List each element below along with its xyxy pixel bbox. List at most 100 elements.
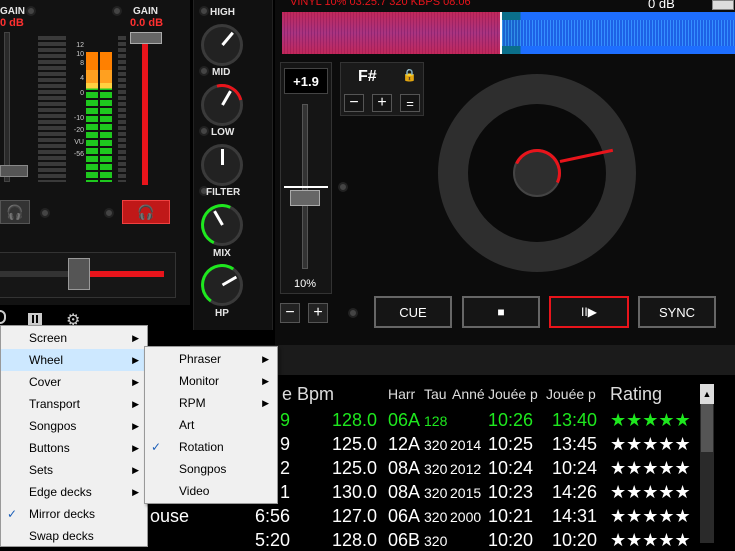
eq-high-knob[interactable]: [201, 24, 243, 66]
menu-item-label: Sets: [29, 463, 54, 477]
column-header-played[interactable]: Jouée p: [488, 386, 538, 402]
deck-gain-readout: 0 dB: [648, 0, 675, 11]
cell-played: 10:21: [488, 506, 534, 526]
gain-left-led[interactable]: [26, 6, 36, 16]
deck-gain-button[interactable]: [712, 0, 734, 10]
key-minus-button[interactable]: −: [344, 94, 364, 112]
options-menu-item-transport[interactable]: Transport ▶: [1, 393, 147, 415]
menu-item-label: Phraser: [179, 352, 222, 366]
cell-bitrate: 320: [424, 509, 448, 525]
key-equals-button[interactable]: =: [400, 94, 420, 112]
cell-key: 06A: [388, 410, 421, 430]
wheel-menu-item-rotation[interactable]: ✓ Rotation: [145, 436, 277, 458]
crossfader-track-left[interactable]: [0, 271, 70, 277]
cell-added: 13:45: [552, 434, 598, 454]
cell-added: 14:26: [552, 482, 598, 502]
submenu-arrow-icon: ▶: [132, 486, 139, 497]
wheel-menu-item-video[interactable]: Video: [145, 480, 277, 502]
wheel-menu-item-rpm[interactable]: RPM ▶: [145, 392, 277, 414]
options-menu-item-sets[interactable]: Sets ▶: [1, 459, 147, 481]
cell-rating: ★★★★★: [610, 434, 691, 454]
options-menu-item-buttons[interactable]: Buttons ▶: [1, 437, 147, 459]
cell-bpm: 130.0: [332, 482, 378, 502]
eq-mid-led[interactable]: [199, 66, 209, 76]
column-header-bpm[interactable]: e Bpm: [282, 384, 334, 405]
wheel-menu-item-monitor[interactable]: Monitor ▶: [145, 370, 277, 392]
cell-key: 06B: [388, 530, 421, 550]
cell-rating: ★★★★★: [610, 410, 691, 430]
headphone-left-button[interactable]: 🎧: [0, 200, 30, 224]
pitch-minus-button[interactable]: −: [280, 303, 300, 323]
cell-bpm: 128.0: [332, 410, 378, 430]
headphone-left-led[interactable]: [40, 208, 50, 218]
eq-low-knob[interactable]: [201, 144, 243, 186]
crossfader-handle[interactable]: [68, 258, 90, 290]
submenu-arrow-icon: ▶: [132, 442, 139, 453]
column-header-bitrate[interactable]: Tau: [424, 386, 447, 402]
play-pause-button[interactable]: II▶: [549, 296, 629, 328]
eq-high-led[interactable]: [199, 6, 209, 16]
wheel-menu-item-phraser[interactable]: Phraser ▶: [145, 348, 277, 370]
key-lock-icon[interactable]: 🔒: [402, 68, 417, 82]
pitch-fader-handle[interactable]: [290, 190, 320, 206]
eq-filter-knob[interactable]: [195, 198, 249, 252]
cell-year: 2014: [450, 437, 482, 453]
cue-button[interactable]: CUE: [374, 296, 452, 328]
scrollbar-thumb[interactable]: [701, 404, 713, 452]
cell-bitrate: 320: [424, 461, 448, 477]
options-menu: Screen ▶ Wheel ▶ Cover ▶ Transport ▶ Songpos ▶ But…: [0, 325, 148, 547]
cell-year: 2015: [450, 485, 482, 501]
options-menu-item-screen[interactable]: Screen ▶: [1, 327, 147, 349]
options-menu-item-swap-decks[interactable]: Swap decks: [1, 525, 147, 547]
cell-added: 13:40: [552, 410, 598, 430]
pitch-plus-button[interactable]: +: [308, 303, 328, 323]
cell-added: 10:20: [552, 530, 598, 550]
cell-key: 12A: [388, 434, 421, 454]
eq-low-led[interactable]: [199, 126, 209, 136]
cell-bitrate: 128: [424, 413, 448, 429]
cell-played: 10:20: [488, 530, 534, 550]
gain-right-fader-handle[interactable]: [130, 32, 162, 44]
column-header-added[interactable]: Jouée p: [546, 386, 596, 402]
gain-right-led[interactable]: [112, 6, 122, 16]
submenu-arrow-icon: ▶: [132, 332, 139, 343]
cell-length: 5:20: [254, 530, 290, 550]
key-plus-button[interactable]: +: [372, 94, 392, 112]
columns-icon[interactable]: [28, 313, 42, 325]
column-header-rating[interactable]: Rating: [610, 384, 662, 405]
gain-left-value: 0 dB: [0, 17, 24, 29]
cell-played: 10:25: [488, 434, 534, 454]
column-header-harmonic[interactable]: Harr: [388, 386, 415, 402]
table-row[interactable]: 5:20 128.0 06B 320 10:20 10:20 ★★★★★: [150, 529, 700, 551]
wheel-menu-item-art[interactable]: Art: [145, 414, 277, 436]
pitch-led[interactable]: [338, 182, 348, 192]
deck-small-led[interactable]: [348, 308, 358, 318]
column-header-year[interactable]: Anné: [452, 386, 485, 402]
cell-year: 2012: [450, 461, 482, 477]
headphone-right-led[interactable]: [104, 208, 114, 218]
submenu-arrow-icon: ▶: [262, 397, 269, 408]
gain-left-fader-handle[interactable]: [0, 165, 28, 177]
eq-mix-knob[interactable]: [197, 260, 247, 310]
options-menu-item-mirror-decks[interactable]: ✓ Mirror decks: [1, 503, 147, 525]
options-menu-item-wheel[interactable]: Wheel ▶: [1, 349, 147, 371]
sync-button[interactable]: SYNC: [638, 296, 716, 328]
table-row[interactable]: ouse 6:56 127.0 06A 320 2000 10:21 14:31 ★★★★★: [150, 505, 700, 527]
gain-left-fader-track[interactable]: [4, 32, 10, 182]
crossfader-track-right[interactable]: [90, 271, 164, 277]
scroll-up-icon[interactable]: ▲: [700, 384, 714, 404]
eq-mid-knob[interactable]: [193, 76, 251, 134]
cell-length: 6:56: [254, 506, 290, 526]
cell-bitrate: 320: [424, 485, 448, 501]
gain-right-fader-track[interactable]: [142, 40, 148, 185]
eq-high-label: HIGH: [210, 7, 235, 18]
wheel-menu-item-songpos[interactable]: Songpos: [145, 458, 277, 480]
stop-button[interactable]: ■: [462, 296, 540, 328]
headphone-right-button[interactable]: 🎧: [122, 200, 170, 224]
cell-rating: ★★★★★: [610, 482, 691, 502]
options-menu-item-songpos[interactable]: Songpos ▶: [1, 415, 147, 437]
options-menu-item-edge-decks[interactable]: Edge decks ▶: [1, 481, 147, 503]
cell-rating: ★★★★★: [610, 506, 691, 526]
pitch-range[interactable]: 10%: [294, 278, 316, 290]
options-menu-item-cover[interactable]: Cover ▶: [1, 371, 147, 393]
